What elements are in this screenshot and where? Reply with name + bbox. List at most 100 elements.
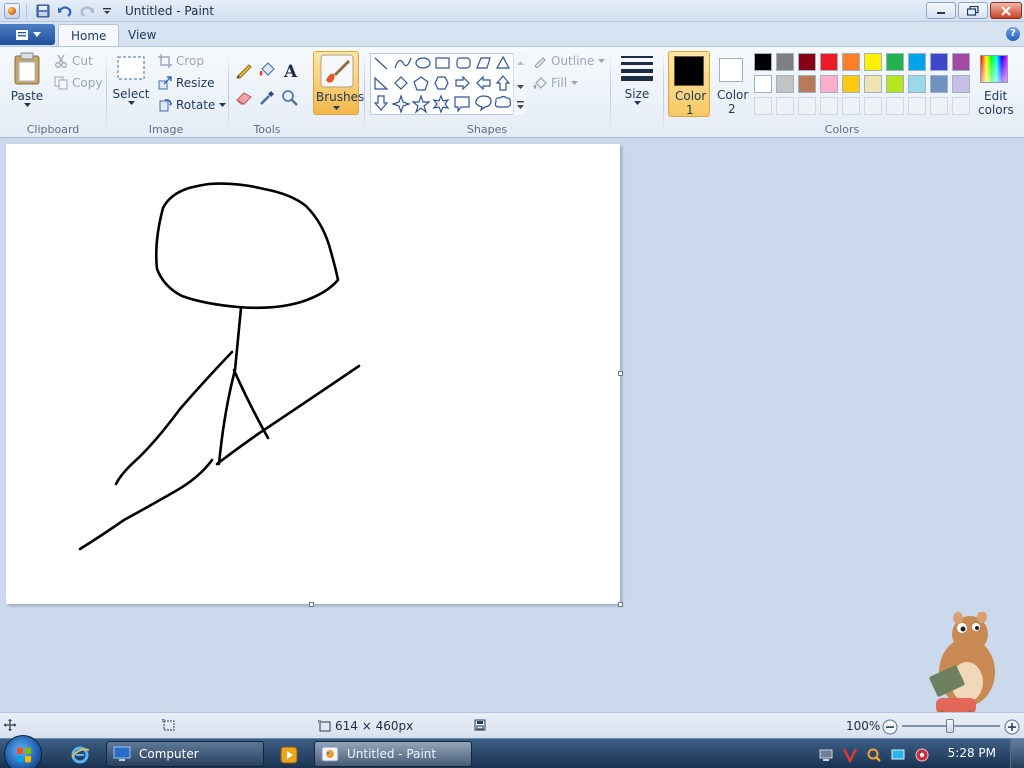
custom-color-slot[interactable] bbox=[820, 97, 838, 115]
shapes-gallery bbox=[370, 53, 526, 115]
edit-colors-label-2: colors bbox=[978, 103, 1014, 117]
color-swatch[interactable] bbox=[886, 53, 904, 71]
restore-button[interactable] bbox=[958, 2, 988, 19]
crop-button[interactable]: Crop bbox=[158, 54, 204, 68]
resize-handle-right[interactable] bbox=[618, 371, 623, 376]
eraser-icon[interactable] bbox=[233, 87, 255, 109]
zoom-out-button[interactable] bbox=[882, 719, 898, 735]
custom-color-slot[interactable] bbox=[754, 97, 772, 115]
group-separator bbox=[106, 51, 107, 135]
magnifier-icon[interactable] bbox=[279, 87, 301, 109]
network-tray-icon[interactable] bbox=[818, 747, 834, 763]
search-tray-icon[interactable] bbox=[866, 747, 882, 763]
pencil-icon[interactable] bbox=[233, 59, 255, 81]
custom-color-slot[interactable] bbox=[930, 97, 948, 115]
color-swatch[interactable] bbox=[886, 75, 904, 93]
minimize-button[interactable] bbox=[926, 2, 956, 19]
color-swatch[interactable] bbox=[820, 75, 838, 93]
internet-explorer-icon[interactable] bbox=[70, 745, 90, 765]
color-swatch[interactable] bbox=[930, 53, 948, 71]
custom-color-slot[interactable] bbox=[798, 97, 816, 115]
tab-home[interactable]: Home bbox=[58, 24, 120, 46]
taskbar-computer[interactable]: Computer bbox=[106, 741, 264, 767]
undo-icon[interactable] bbox=[56, 3, 74, 19]
custom-color-slot[interactable] bbox=[864, 97, 882, 115]
color-swatch[interactable] bbox=[754, 53, 772, 71]
text-tool-icon[interactable]: A bbox=[281, 59, 303, 81]
outline-button[interactable]: Outline bbox=[533, 54, 606, 68]
cursor-position-icon bbox=[4, 719, 16, 731]
resize-handle-corner[interactable] bbox=[618, 602, 623, 607]
paint-app-icon[interactable] bbox=[4, 3, 20, 19]
resize-button[interactable]: Resize bbox=[158, 76, 214, 90]
color2-button[interactable]: Color 2 bbox=[712, 51, 752, 117]
start-button[interactable] bbox=[4, 735, 42, 768]
window-title: Untitled - Paint bbox=[125, 4, 215, 18]
color-swatch[interactable] bbox=[842, 53, 860, 71]
save-icon[interactable] bbox=[34, 3, 52, 19]
color-swatch[interactable] bbox=[798, 53, 816, 71]
redo-icon[interactable] bbox=[78, 3, 96, 19]
media-player-icon[interactable] bbox=[280, 746, 298, 764]
color-swatch[interactable] bbox=[754, 75, 772, 93]
color1-button[interactable]: Color 1 bbox=[668, 51, 710, 117]
oval-shape-icon bbox=[415, 57, 431, 69]
show-desktop-button[interactable] bbox=[1010, 739, 1024, 768]
color-swatch[interactable] bbox=[864, 53, 882, 71]
copy-button[interactable]: Copy bbox=[54, 76, 102, 90]
group-separator bbox=[364, 51, 365, 135]
color-swatch[interactable] bbox=[908, 53, 926, 71]
color-swatch[interactable] bbox=[930, 75, 948, 93]
color1-label: Color bbox=[675, 89, 707, 103]
color-swatch[interactable] bbox=[776, 53, 794, 71]
custom-color-slot[interactable] bbox=[842, 97, 860, 115]
color-swatch[interactable] bbox=[798, 75, 816, 93]
shapes-gallery-scroll[interactable] bbox=[513, 53, 526, 115]
antivirus-tray-icon[interactable] bbox=[842, 747, 858, 764]
rotate-button[interactable]: Rotate bbox=[158, 98, 227, 112]
close-button[interactable] bbox=[990, 2, 1022, 19]
zoom-in-icon bbox=[1004, 719, 1020, 735]
paint-menu-button[interactable] bbox=[0, 24, 55, 45]
zoom-slider[interactable] bbox=[902, 719, 1000, 733]
zoom-in-button[interactable] bbox=[1004, 719, 1020, 735]
brushes-button[interactable]: Brushes bbox=[313, 51, 364, 115]
edit-colors-label: Edit bbox=[984, 89, 1008, 103]
paintbrush-icon bbox=[320, 54, 354, 88]
help-icon[interactable]: ? bbox=[1006, 27, 1020, 41]
color-swatch[interactable] bbox=[820, 53, 838, 71]
diamond-shape-icon bbox=[394, 76, 408, 90]
color-swatch[interactable] bbox=[864, 75, 882, 93]
color-swatch[interactable] bbox=[842, 75, 860, 93]
customize-quick-access-icon[interactable] bbox=[98, 3, 116, 19]
selection-size bbox=[162, 719, 175, 731]
fill-bucket-icon[interactable] bbox=[256, 59, 278, 81]
color-swatch[interactable] bbox=[776, 75, 794, 93]
clock[interactable]: 5:28 PM bbox=[948, 746, 996, 760]
select-button[interactable]: Select bbox=[112, 55, 150, 106]
color-swatch[interactable] bbox=[952, 53, 970, 71]
edit-colors-button[interactable]: Edit colors bbox=[976, 51, 1014, 121]
fill-button[interactable]: Fill bbox=[533, 76, 579, 90]
copy-label: Copy bbox=[72, 76, 103, 90]
tab-view[interactable]: View bbox=[116, 24, 168, 46]
paste-button[interactable]: Paste bbox=[8, 51, 46, 108]
color-picker-icon[interactable] bbox=[256, 87, 278, 109]
drawing-canvas[interactable] bbox=[6, 144, 620, 604]
custom-color-slot[interactable] bbox=[776, 97, 794, 115]
resize-handle-bottom[interactable] bbox=[309, 602, 314, 607]
cut-button[interactable]: Cut bbox=[54, 54, 93, 68]
custom-color-slot[interactable] bbox=[908, 97, 926, 115]
size-button[interactable]: Size bbox=[618, 53, 656, 106]
color1-swatch bbox=[674, 56, 704, 86]
color-swatch[interactable] bbox=[908, 75, 926, 93]
custom-color-slot[interactable] bbox=[952, 97, 970, 115]
taskbar-paint[interactable]: Untitled - Paint bbox=[314, 741, 472, 767]
fill-label: Fill bbox=[551, 76, 568, 90]
color-swatch[interactable] bbox=[952, 75, 970, 93]
volume-tray-icon[interactable] bbox=[914, 747, 930, 763]
custom-color-slot[interactable] bbox=[886, 97, 904, 115]
display-tray-icon[interactable] bbox=[890, 747, 906, 763]
line-size-icon bbox=[621, 56, 653, 81]
zoom-slider-thumb[interactable] bbox=[946, 719, 954, 733]
